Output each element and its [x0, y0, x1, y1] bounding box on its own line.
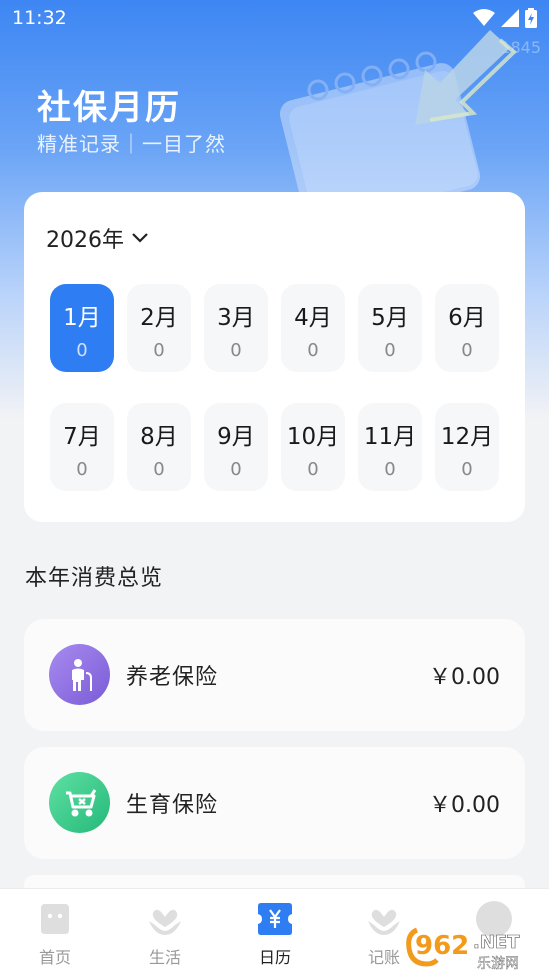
month-cell-1[interactable]: 1月 0 [50, 284, 114, 372]
list-item-pension[interactable]: 养老保险 ￥0.00 [24, 619, 525, 731]
year-picker[interactable]: 2026年 [46, 222, 148, 254]
tab-home[interactable]: 首页 [15, 899, 95, 968]
month-cell-5[interactable]: 5月 0 [358, 284, 422, 372]
month-label: 8月 [140, 424, 178, 450]
chevron-down-icon [132, 233, 148, 243]
item-name: 生育保险 [126, 793, 219, 818]
svg-text:962: 962 [415, 931, 469, 961]
month-count: 0 [153, 459, 165, 480]
month-count: 0 [461, 340, 473, 361]
month-label: 6月 [448, 305, 486, 331]
month-label: 4月 [294, 305, 332, 331]
tab-label: 日历 [258, 948, 291, 967]
item-amount: ￥0.00 [429, 793, 500, 818]
page-subtitle: 精准记录｜一目了然 [37, 132, 226, 156]
month-cell-10[interactable]: 10月 0 [281, 403, 345, 491]
tab-life[interactable]: 生活 [125, 899, 205, 968]
watermark-logo: 962 .NET 乐游网 [406, 927, 520, 972]
month-count: 0 [76, 340, 88, 361]
month-count: 0 [384, 340, 396, 361]
month-cell-9[interactable]: 9月 0 [204, 403, 268, 491]
status-time: 11:32 [12, 7, 67, 29]
month-count: 0 [461, 459, 473, 480]
month-count: 0 [307, 459, 319, 480]
svg-text:.NET: .NET [473, 932, 520, 953]
item-amount: ￥0.00 [429, 665, 500, 690]
page-title: 社保月历 [37, 88, 181, 128]
baby-stroller-icon [49, 772, 110, 833]
tab-calendar[interactable]: 日历 [235, 899, 315, 968]
month-cell-4[interactable]: 4月 0 [281, 284, 345, 372]
month-label: 2月 [140, 305, 178, 331]
month-cell-6[interactable]: 6月 0 [435, 284, 499, 372]
item-name: 养老保险 [126, 665, 219, 690]
yen-ticket-icon [255, 899, 295, 939]
month-cell-12[interactable]: 12月 0 [435, 403, 499, 491]
tab-label: 生活 [148, 948, 181, 967]
month-cell-7[interactable]: 7月 0 [50, 403, 114, 491]
calendar-illustration-icon [279, 30, 517, 220]
month-label: 9月 [217, 424, 255, 450]
month-count: 0 [153, 340, 165, 361]
home-icon [35, 899, 75, 939]
month-label: 1月 [63, 305, 101, 331]
month-cell-2[interactable]: 2月 0 [127, 284, 191, 372]
list-item-maternity[interactable]: 生育保险 ￥0.00 [24, 747, 525, 859]
year-label: 2026年 [46, 228, 124, 253]
tab-label: 首页 [38, 948, 71, 967]
month-label: 3月 [217, 305, 255, 331]
month-label: 7月 [63, 424, 101, 450]
month-label: 5月 [371, 305, 409, 331]
summary-title: 本年消费总览 [25, 566, 164, 591]
svg-text:乐游网: 乐游网 [477, 956, 519, 972]
month-cell-3[interactable]: 3月 0 [204, 284, 268, 372]
month-cell-8[interactable]: 8月 0 [127, 403, 191, 491]
heart-hand-icon [145, 899, 185, 939]
month-count: 0 [230, 340, 242, 361]
month-cell-11[interactable]: 11月 0 [358, 403, 422, 491]
month-count: 0 [384, 459, 396, 480]
calendar-card: 2026年 1月 0 2月 0 3月 0 4月 0 5月 0 6月 0 7月 0 [24, 192, 525, 522]
month-label: 11月 [363, 424, 417, 450]
heart-hand-icon [364, 899, 404, 939]
month-count: 0 [230, 459, 242, 480]
month-label: 10月 [286, 424, 340, 450]
elderly-person-icon [49, 644, 110, 705]
month-count: 0 [307, 340, 319, 361]
month-count: 0 [76, 459, 88, 480]
month-label: 12月 [440, 424, 494, 450]
